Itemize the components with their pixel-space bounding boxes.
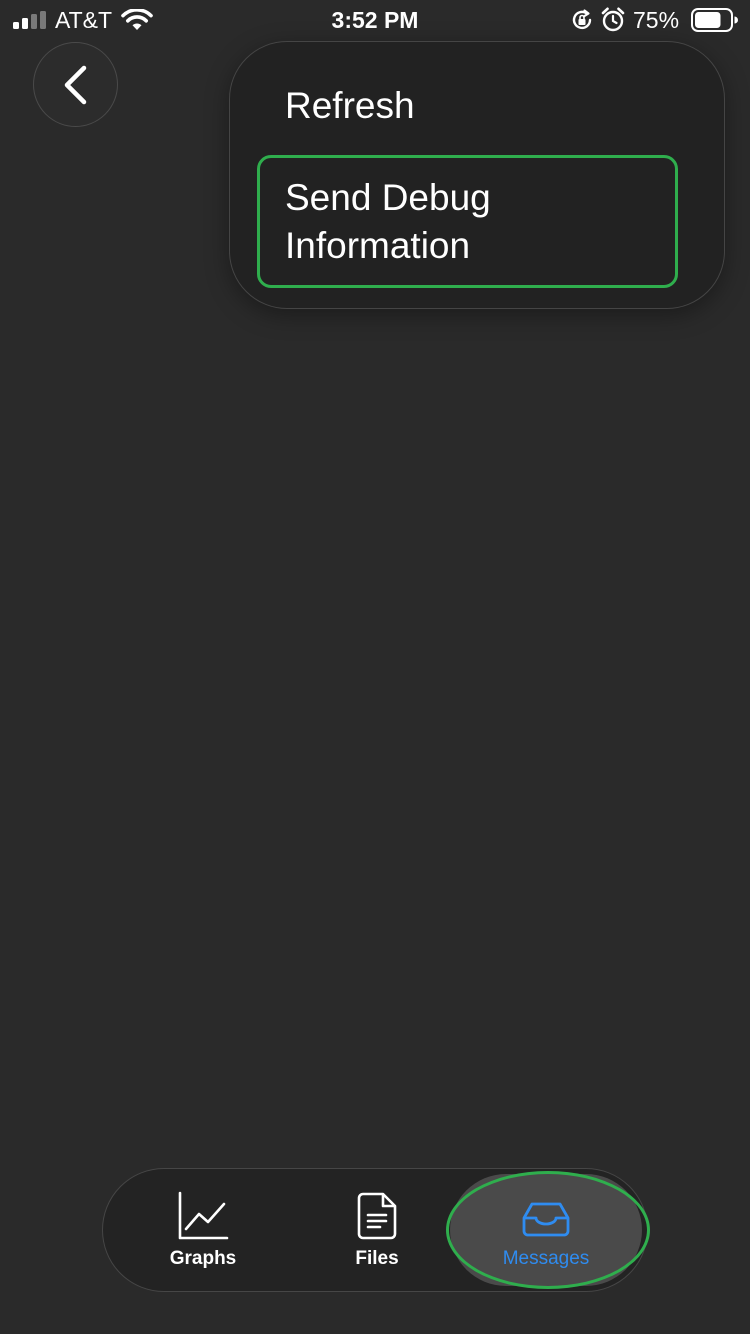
menu-item-refresh[interactable]: Refresh bbox=[285, 82, 415, 130]
status-bar: AT&T 3:52 PM 75% bbox=[0, 0, 750, 40]
back-button[interactable] bbox=[33, 42, 118, 127]
battery-percentage: 75% bbox=[633, 7, 680, 33]
tab-files-label: Files bbox=[355, 1248, 399, 1269]
tab-graphs[interactable]: Graphs bbox=[143, 1169, 263, 1290]
battery-icon bbox=[691, 8, 738, 32]
tab-messages-label: Messages bbox=[502, 1248, 590, 1269]
rotation-lock-icon bbox=[572, 9, 592, 30]
menu-item-send-debug-information[interactable]: Send Debug Information bbox=[285, 174, 645, 270]
document-icon bbox=[357, 1192, 397, 1240]
bottom-tab-bar: Graphs Files Messages bbox=[102, 1168, 648, 1292]
line-chart-icon bbox=[178, 1191, 229, 1240]
tab-files[interactable]: Files bbox=[317, 1169, 437, 1290]
alarm-icon bbox=[601, 7, 625, 32]
tab-graphs-label: Graphs bbox=[169, 1248, 237, 1269]
chevron-left-icon bbox=[64, 65, 87, 105]
overflow-menu: Refresh Send Debug Information bbox=[229, 41, 725, 309]
tab-messages[interactable]: Messages bbox=[450, 1174, 642, 1286]
inbox-icon bbox=[522, 1202, 570, 1237]
